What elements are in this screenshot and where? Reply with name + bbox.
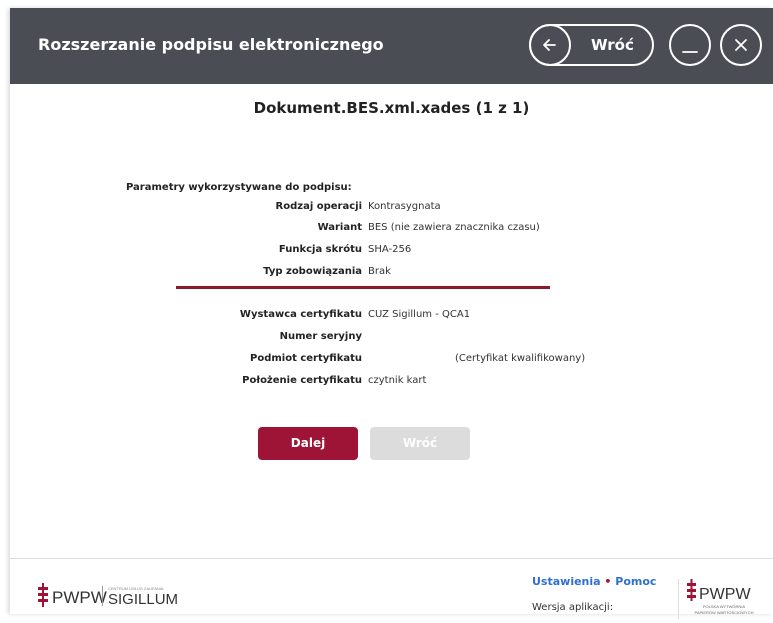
section-divider xyxy=(176,286,550,289)
header-back-button[interactable]: Wróć xyxy=(529,24,654,66)
sigillum-logo: PWPW CENTRUM USŁUG ZAUFANIA SIGILLUM xyxy=(38,583,228,614)
minimize-icon xyxy=(682,51,698,53)
back-button[interactable]: Wróć xyxy=(370,427,470,460)
right-logo-sub2: PAPIERÓW WARTOŚCIOWYCH xyxy=(695,610,754,615)
right-logo-sub1: POLSKA WYTWÓRNIA xyxy=(703,604,746,609)
document-title: Dokument.BES.xml.xades (1 z 1) xyxy=(253,99,530,117)
cert-value-issuer: CUZ Sigillum - QCA1 xyxy=(368,309,471,320)
version-label: Wersja aplikacji: xyxy=(532,602,614,613)
param-label-hash: Funkcja skrótu xyxy=(278,244,362,255)
close-icon xyxy=(735,39,747,51)
settings-link[interactable]: Ustawienia xyxy=(532,575,601,588)
param-label-variant: Wariant xyxy=(317,222,362,233)
cert-value-location: czytnik kart xyxy=(368,375,427,386)
right-logo-text: PWPW xyxy=(699,586,751,603)
param-label-commitment: Typ zobowiązania xyxy=(263,266,362,277)
param-value-operation: Kontrasygnata xyxy=(368,201,441,212)
cert-value-subject: (Certyfikat kwalifikowany) xyxy=(455,353,586,364)
cert-label-issuer: Wystawca certyfikatu xyxy=(239,309,362,320)
app-window: Rozszerzanie podpisu elektronicznego Wró… xyxy=(10,8,773,619)
cert-label-subject: Podmiot certyfikatu xyxy=(250,353,362,364)
param-value-hash: SHA-256 xyxy=(368,244,412,255)
pwpw-logo: PWPW POLSKA WYTWÓRNIA PAPIERÓW WARTOŚCIO… xyxy=(678,579,769,619)
help-link[interactable]: Pomoc xyxy=(615,575,656,588)
header-back-label: Wróć xyxy=(591,36,634,54)
param-value-commitment: Brak xyxy=(368,266,391,277)
footer-links: Ustawienia • Pomoc xyxy=(532,575,656,588)
footer: PWPW CENTRUM USŁUG ZAUFANIA SIGILLUM Ust… xyxy=(10,558,773,619)
logo-text: PWPW xyxy=(52,588,107,607)
cert-label-serial: Numer seryjny xyxy=(279,331,362,342)
params-heading: Parametry wykorzystywane do podpisu: xyxy=(126,182,352,193)
window-title: Rozszerzanie podpisu elektronicznego xyxy=(38,35,384,54)
link-separator: • xyxy=(604,575,612,588)
next-button[interactable]: Dalej xyxy=(258,427,358,460)
logo-product: SIGILLUM xyxy=(108,591,178,608)
param-value-variant: BES (nie zawiera znacznika czasu) xyxy=(368,222,540,233)
param-label-operation: Rodzaj operacji xyxy=(275,201,362,212)
title-bar: Rozszerzanie podpisu elektronicznego Wró… xyxy=(10,8,773,84)
arrow-left-icon xyxy=(529,24,571,66)
cert-label-location: Położenie certyfikatu xyxy=(242,375,362,386)
minimize-button[interactable] xyxy=(669,24,711,66)
close-button[interactable] xyxy=(720,24,762,66)
